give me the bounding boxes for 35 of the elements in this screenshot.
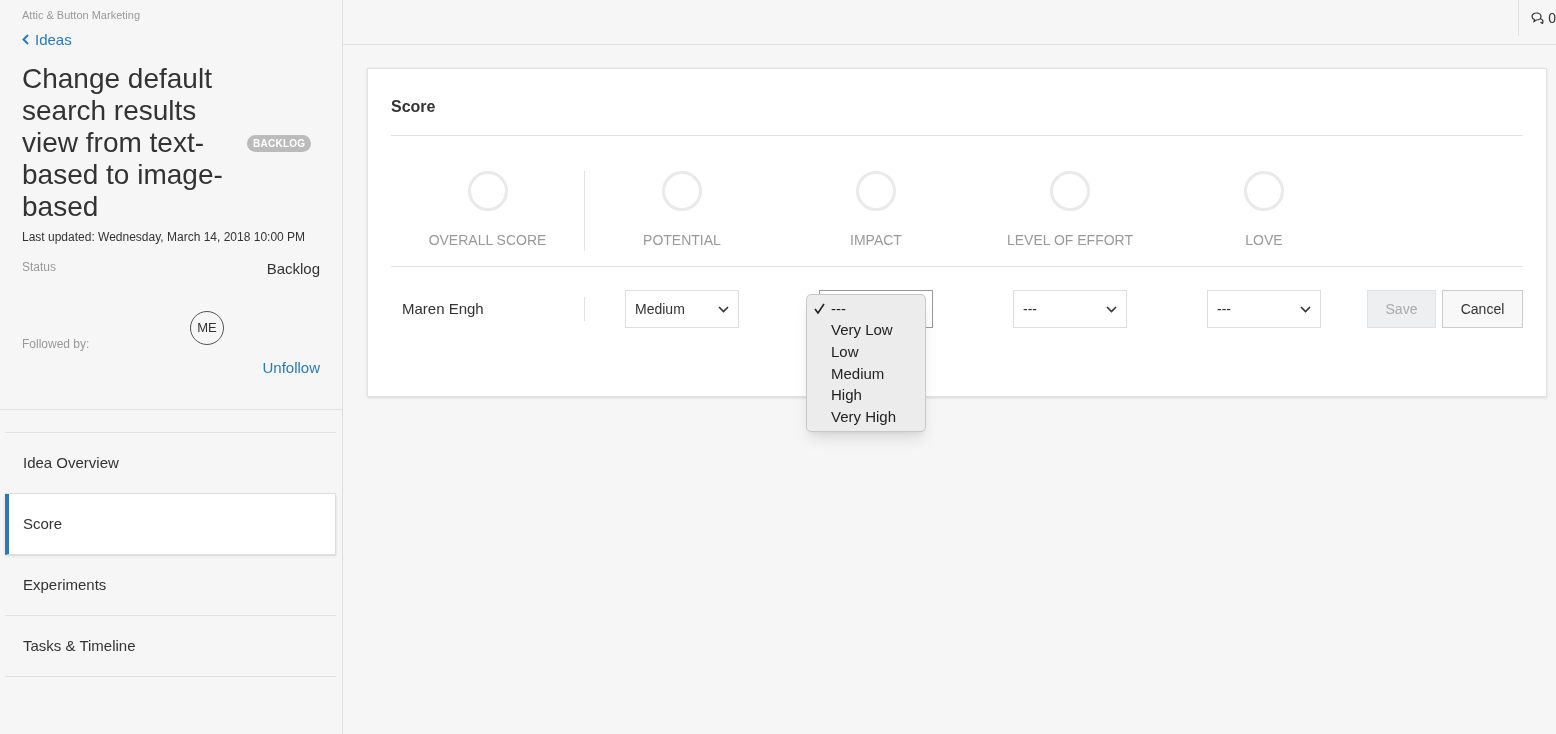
sidebar-nav-item[interactable]: Experiments (5, 555, 336, 616)
back-link[interactable]: Ideas (22, 28, 320, 51)
score-select[interactable]: Medium (625, 290, 739, 328)
sidebar-nav-item[interactable]: Tasks & Timeline (5, 616, 336, 677)
metric-label: LEVEL OF EFFORT (1007, 231, 1133, 250)
chevron-down-icon (1106, 305, 1117, 313)
comments-button[interactable]: 0 (1518, 0, 1556, 36)
dropdown-option[interactable]: --- (831, 297, 846, 321)
sidebar-nav-item[interactable]: Score (5, 494, 336, 555)
followed-by-label: Followed by: (22, 335, 91, 353)
cancel-button[interactable]: Cancel (1442, 290, 1523, 328)
chevron-down-icon (1300, 305, 1311, 313)
metric-label: LOVE (1245, 231, 1283, 250)
score-select[interactable]: --- (1013, 290, 1127, 328)
comments-icon (1531, 12, 1545, 24)
dropdown-option[interactable]: Very Low (831, 319, 893, 342)
last-updated-text: Last updated: Wednesday, March 14, 2018 10:00 PM (22, 229, 307, 246)
card-title: Score (391, 69, 1523, 136)
dropdown-option[interactable]: Very High (831, 406, 897, 429)
status-badge: BACKLOG (247, 134, 312, 152)
dropdown-option[interactable]: High (831, 384, 862, 407)
metric-label: IMPACT (850, 231, 902, 250)
dropdown-option[interactable]: Low (831, 340, 859, 364)
idea-title: Change default search results view from text-based to image-based (22, 63, 224, 223)
metric-label: POTENTIAL (643, 231, 721, 250)
dropdown-option[interactable]: Medium (831, 362, 885, 386)
score-select[interactable]: --- (1207, 290, 1321, 328)
unfollow-link[interactable]: Unfollow (262, 356, 320, 379)
chevron-down-icon (718, 305, 729, 313)
status-label: Status (22, 259, 57, 276)
workspace-name: Attic & Button Marketing (22, 8, 141, 23)
chevron-left-icon (22, 34, 29, 46)
status-value: Backlog (266, 259, 320, 279)
scorer-name: Maren Engh (402, 298, 484, 319)
metric-label: OVERALL SCORE (428, 231, 547, 250)
